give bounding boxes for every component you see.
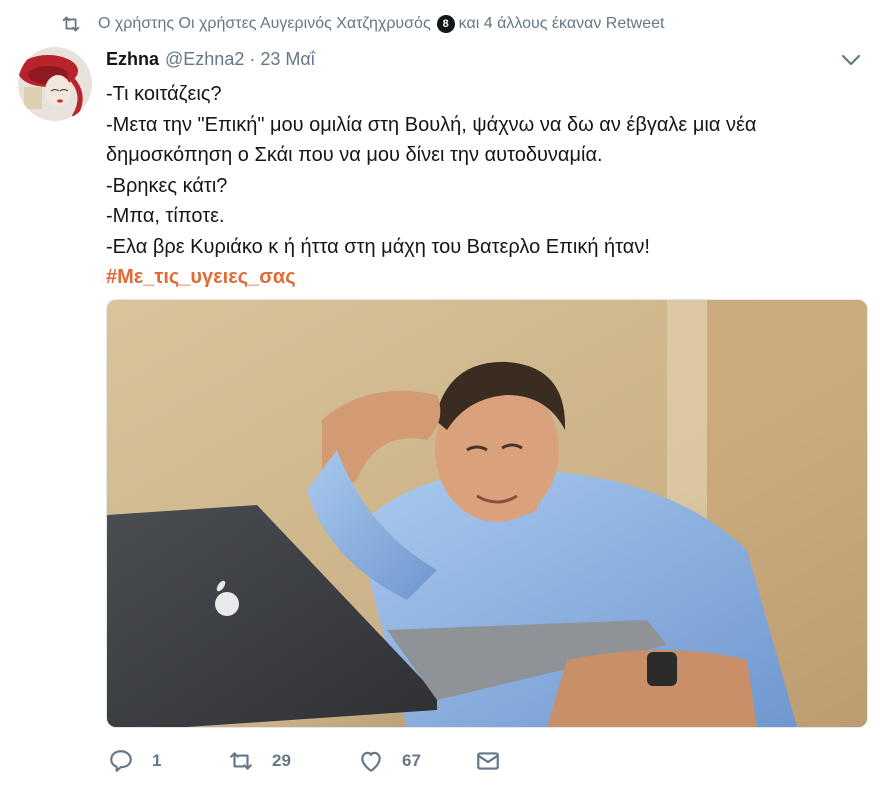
tweet-line: -Τι κοιτάζεις? (106, 83, 222, 105)
author-handle[interactable]: @Ezhna2 (165, 49, 244, 70)
retweet-icon (230, 752, 252, 770)
tweet-date[interactable]: 23 Μαΐ (260, 49, 314, 70)
hashtag-link[interactable]: #Με_τις_υγειες_σας (106, 266, 296, 288)
heart-icon (361, 751, 381, 772)
tweet-line: -Βρηκες κάτι? (106, 174, 228, 197)
avatar-image (18, 47, 92, 121)
retweet-icon (62, 16, 80, 32)
chevron-down-icon[interactable] (840, 52, 862, 68)
tweet-header: Ezhna @Ezhna2 · 23 Μαΐ (106, 49, 315, 70)
reply-icon (110, 750, 132, 772)
tweet-actions: 1 29 67 (108, 748, 501, 774)
reply-button[interactable]: 1 (108, 748, 228, 774)
retweet-context: Ο χρήστης Οι χρήστες Αυγερινός Χατζηχρυσ… (60, 13, 664, 35)
header-separator: · (249, 49, 256, 69)
avatar[interactable] (18, 47, 92, 121)
retweet-button[interactable]: 29 (228, 748, 358, 774)
context-badge: 8 (436, 15, 455, 33)
direct-message-button[interactable] (475, 748, 501, 774)
author-name[interactable]: Ezhna (106, 49, 159, 70)
retweet-count: 29 (272, 751, 291, 770)
tweet-line: -Ελα βρε Κυριάκο κ ή ήττα στη μάχη του Β… (106, 235, 650, 258)
context-text-after[interactable]: και 4 άλλους έκαναν Retweet (459, 15, 665, 33)
tweet-media-photo[interactable] (106, 299, 868, 728)
tweet-line: -Μετα την "Επική" μου ομιλία στη Βουλή, … (106, 113, 757, 167)
tweet-line: -Μπα, τίποτε. (106, 205, 225, 227)
tweet-text: -Τι κοιτάζεις? -Μετα την "Επική" μου ομι… (106, 79, 846, 293)
context-text-before[interactable]: Ο χρήστης Οι χρήστες Αυγερινός Χατζηχρυσ… (98, 15, 431, 33)
like-count: 67 (402, 751, 421, 770)
envelope-icon (477, 752, 499, 770)
reply-count: 1 (152, 751, 162, 770)
photo-image (107, 300, 867, 727)
like-button[interactable]: 67 (358, 748, 475, 774)
